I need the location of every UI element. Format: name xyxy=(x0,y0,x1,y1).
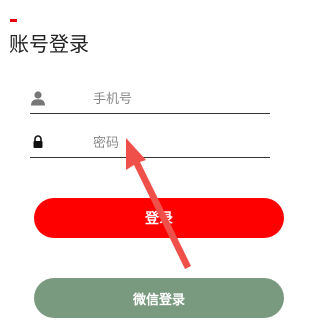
user-icon xyxy=(30,90,46,106)
password-field[interactable] xyxy=(30,131,270,158)
wechat-login-button[interactable]: 微信登录 xyxy=(34,278,284,318)
login-button[interactable]: 登录 xyxy=(34,198,284,238)
lock-icon xyxy=(30,134,46,150)
phone-field[interactable] xyxy=(30,87,270,114)
password-input[interactable] xyxy=(93,133,263,153)
title-accent-mark xyxy=(10,19,17,22)
phone-input[interactable] xyxy=(93,89,263,109)
page-title: 账号登录 xyxy=(9,32,89,56)
